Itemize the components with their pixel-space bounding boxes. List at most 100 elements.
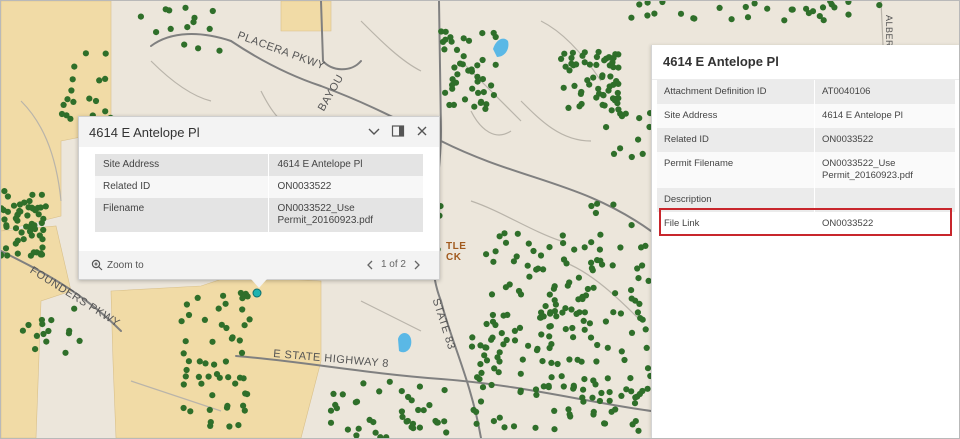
tree-dot [28,204,35,211]
tree-dot [589,267,596,274]
collapse-chevron-icon[interactable] [367,124,381,138]
tree-dot [76,337,83,344]
previous-feature-icon[interactable] [366,260,374,270]
tree-dot [71,63,78,70]
tree-dot [628,14,635,21]
tree-dot [383,434,390,438]
tree-dot [589,394,596,401]
tree-dot [781,17,788,24]
tree-dot [468,343,476,350]
table-row: Site Address 4614 E Antelope Pl [95,154,423,176]
tree-dot [502,239,510,246]
tree-dot [617,145,624,152]
tree-dot [184,24,191,31]
tree-dot [548,359,555,366]
minor-road [360,20,422,72]
tree-dot [590,74,597,81]
tree-dot [477,361,484,368]
tree-dot [551,426,558,433]
table-row: Filename ON0033522_Use Permit_20160923.p… [95,198,423,232]
tree-dot [563,260,570,267]
tree-dot [588,259,595,266]
tree-dot [607,73,614,80]
tree-dot [353,432,360,438]
close-icon[interactable] [415,124,429,138]
tree-dot [451,64,458,71]
attribute-value: ON0033522 [268,176,423,198]
tree-dot [478,98,485,105]
tree-dot [68,87,75,94]
dock-panel-icon[interactable] [391,124,405,138]
tree-dot [574,356,581,363]
tree-dot [628,388,635,395]
tree-dot [590,377,597,384]
tree-dot [788,6,795,13]
tree-dot [560,383,567,390]
lake [493,38,509,57]
next-feature-icon[interactable] [413,260,421,270]
tree-dot [571,246,578,253]
tree-dot [492,321,499,329]
tree-dot [225,374,232,381]
tree-dot [180,381,187,388]
tree-dot [450,101,457,108]
tree-dot [562,326,569,333]
tree-dot [651,10,658,17]
tree-dot [637,315,644,322]
map-view[interactable]: PLACERA PKWY BAYOU FOUNDERS PKWY E STATE… [0,0,960,439]
tree-dot [36,232,43,239]
tree-dot [537,252,545,259]
tree-dot [482,344,489,351]
tree-dot [220,292,227,299]
tree-dot [554,360,561,368]
tree-dot [533,391,540,398]
tree-dot [517,370,524,377]
table-row: Description [657,188,955,212]
tree-dot [333,405,340,412]
tree-dot [526,273,533,280]
tree-dot [570,334,577,341]
tree-dot [377,434,384,438]
tree-dot [330,390,337,397]
tree-dot [182,4,189,11]
parcel-area [1,225,72,438]
tree-dot [372,429,379,436]
tree-dot [876,2,883,9]
minor-road [360,300,422,332]
tree-dot [517,387,524,394]
tree-dot [587,334,595,341]
tree-dot [546,244,553,251]
tree-dot [416,383,423,390]
tree-dot [453,46,461,54]
tree-dot [185,311,193,319]
attribute-label: Description [657,188,816,212]
tree-dot [475,89,482,96]
tree-dot [571,82,578,89]
tree-dot [627,375,634,382]
attribute-label: Filename [95,198,270,232]
tree-dot [617,244,624,251]
zoom-to-button[interactable]: Zoom to [91,259,144,271]
tree-dot [581,49,588,56]
tree-dot [517,291,525,298]
tree-dot [594,200,601,207]
tree-dot [635,427,642,434]
tree-dot [551,308,559,315]
popup-pagination: 1 of 2 [366,259,421,270]
tree-dot [566,67,573,74]
tree-dot [492,248,499,255]
tree-dot [366,416,373,423]
tree-dot [327,407,335,414]
tree-dot [606,389,613,396]
tree-dot [183,301,190,308]
tree-dot [441,46,448,53]
table-row-file-link[interactable]: File Link ON0033522 [657,212,955,236]
tree-dot [226,423,233,430]
tree-dot [845,11,852,18]
poi-label-line2: CK [446,252,462,263]
table-row: Related ID ON0033522 [95,176,423,198]
tree-dot [187,408,194,415]
file-link[interactable]: ON0033522 [814,212,955,236]
tree-dot [182,338,189,345]
tree-dot [39,321,46,328]
